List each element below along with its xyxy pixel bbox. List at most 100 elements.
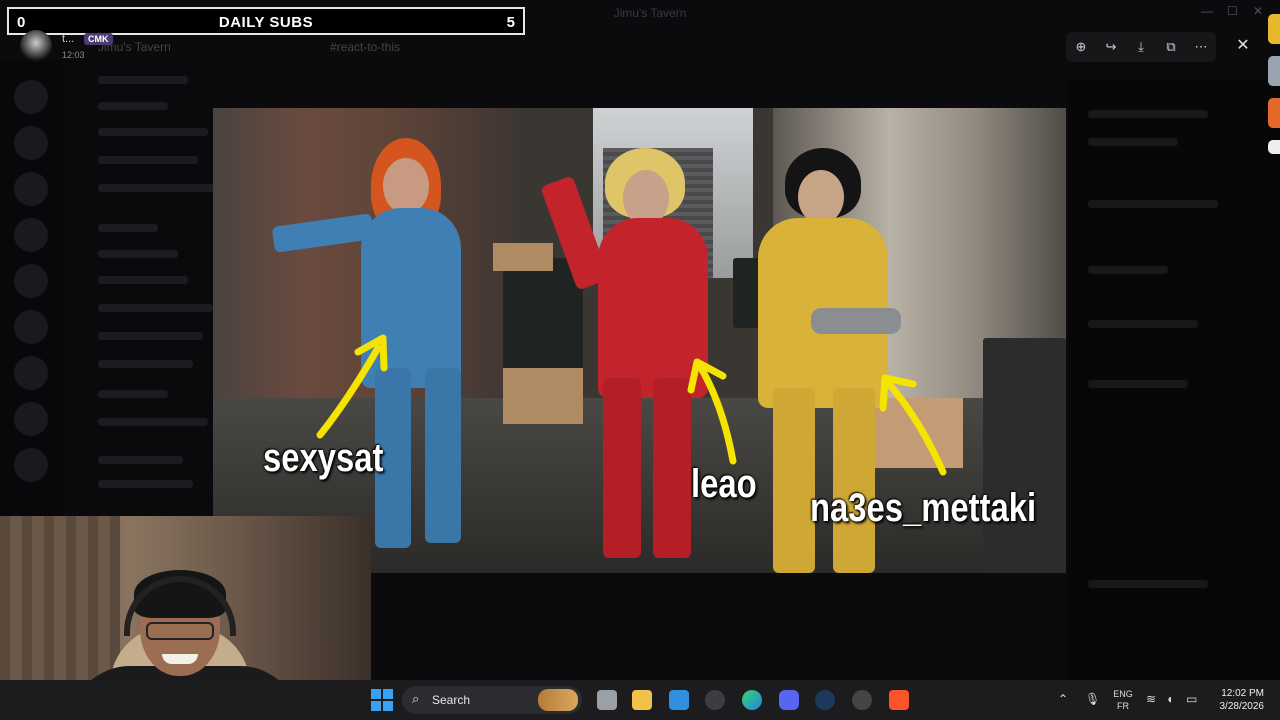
store-icon[interactable] [669, 690, 689, 710]
zoom-in-icon[interactable]: ⊕ [1072, 38, 1090, 56]
file-explorer-icon[interactable] [632, 690, 652, 710]
battery-icon[interactable]: ▭ [1186, 692, 1197, 706]
channel-item[interactable] [98, 76, 188, 84]
channel-item[interactable] [98, 418, 208, 426]
server-icon[interactable] [14, 310, 48, 344]
server-icon[interactable] [14, 80, 48, 114]
lang-bottom: FR [1117, 701, 1129, 711]
forward-icon[interactable]: ↪ [1102, 38, 1120, 56]
side-tab[interactable] [1268, 56, 1280, 86]
message-author: t... CMK 12:03 [20, 30, 280, 66]
search-icon: ⌕ [412, 691, 420, 706]
server-icon[interactable] [14, 218, 48, 252]
channel-item[interactable] [98, 250, 178, 258]
server-icon[interactable] [14, 264, 48, 298]
trash-bin [503, 258, 583, 378]
activity-item[interactable] [1088, 380, 1188, 388]
channel-item[interactable] [98, 276, 188, 284]
figure-face [383, 158, 429, 214]
discord-icon[interactable] [779, 690, 799, 710]
search-label: Search [432, 693, 471, 707]
volume-icon[interactable]: ◖ [1166, 692, 1173, 706]
channel-item[interactable] [98, 304, 213, 312]
cardboard-box [503, 368, 583, 424]
clock-time: 12:02 PM [1221, 688, 1264, 699]
server-icon[interactable] [14, 172, 48, 206]
toy-blaster [811, 308, 901, 334]
caption-middle: leao [691, 462, 757, 506]
channel-item[interactable] [98, 156, 198, 164]
clock[interactable]: 12:02 PM 3/28/2026 [1214, 687, 1265, 713]
lang-top: ENG [1113, 689, 1133, 699]
author-tag: CMK [84, 33, 113, 45]
side-tab[interactable] [1268, 140, 1280, 154]
activity-item[interactable] [1088, 200, 1218, 208]
tray-overflow-icon[interactable]: ⌃ [1058, 692, 1068, 706]
server-icon[interactable] [14, 402, 48, 436]
arrow-icon [687, 358, 737, 465]
avatar[interactable] [20, 30, 52, 62]
activity-item[interactable] [1088, 580, 1208, 588]
caption-left: sexysat [263, 436, 384, 480]
close-icon[interactable]: ✕ [1232, 35, 1254, 57]
server-icon[interactable] [14, 126, 48, 160]
channel-item[interactable] [98, 360, 193, 368]
side-tab[interactable] [1268, 14, 1280, 44]
taskbar-search[interactable]: ⌕ Search [402, 686, 582, 714]
channel-item[interactable] [98, 332, 203, 340]
channel-item[interactable] [98, 480, 193, 488]
side-tab[interactable] [1268, 98, 1280, 128]
windows-start-icon[interactable] [371, 689, 393, 711]
window-title: Jimu's Tavern [613, 6, 687, 20]
microphone-icon[interactable]: 🎙 [1085, 692, 1100, 706]
side-tabs [1266, 8, 1280, 158]
server-icon[interactable] [14, 356, 48, 390]
open-external-icon[interactable]: ⧉ [1162, 38, 1180, 56]
server-icon[interactable] [14, 448, 48, 482]
activity-panel [1068, 80, 1280, 680]
activity-item[interactable] [1088, 320, 1198, 328]
window-close-icon[interactable]: ✕ [1253, 4, 1263, 18]
activity-item[interactable] [1088, 110, 1208, 118]
channel-item[interactable] [98, 102, 168, 110]
figure-leg [603, 378, 641, 558]
maximize-icon[interactable]: ☐ [1227, 4, 1238, 18]
image-viewer-toolbar: ⊕ ↪ ⤓ ⧉ ⋯ [1066, 32, 1216, 62]
wifi-icon[interactable]: ≋ [1146, 692, 1156, 706]
app-icon[interactable] [705, 690, 725, 710]
message-time: 12:03 [62, 50, 85, 60]
more-options-icon[interactable]: ⋯ [1192, 38, 1210, 56]
author-name[interactable]: t... [62, 33, 74, 45]
language-indicator[interactable]: ENG FR [1112, 688, 1134, 712]
brave-icon[interactable] [889, 690, 909, 710]
channel-item[interactable] [98, 456, 183, 464]
channel-header: #react-to-this [330, 40, 401, 54]
channel-item[interactable] [98, 390, 168, 398]
minimize-icon[interactable]: — [1201, 4, 1213, 18]
glasses [146, 622, 214, 640]
cardboard-box [493, 243, 553, 271]
window-controls: — ☐ ✕ [1195, 4, 1275, 24]
smile [162, 654, 198, 664]
figure-face [798, 170, 844, 224]
channel-item[interactable] [98, 224, 158, 232]
steam-icon[interactable] [815, 690, 835, 710]
activity-item[interactable] [1088, 138, 1178, 146]
main-image[interactable]: sexysat leao na3es_mettaki [213, 108, 1066, 573]
subs-count-right: 5 [506, 14, 515, 31]
arrow-icon [879, 374, 947, 476]
activity-item[interactable] [1088, 266, 1168, 274]
subs-title: DAILY SUBS [218, 14, 314, 31]
channel-item[interactable] [98, 128, 208, 136]
task-view-icon[interactable] [597, 690, 617, 710]
clock-date: 3/28/2026 [1219, 701, 1265, 712]
search-highlight-image [538, 689, 578, 711]
caption-right: na3es_mettaki [810, 486, 1037, 530]
edge-icon[interactable] [742, 690, 762, 710]
download-icon[interactable]: ⤓ [1132, 38, 1150, 56]
figure-leg [425, 368, 461, 543]
arrow-icon [316, 334, 388, 439]
channel-item[interactable] [98, 184, 218, 192]
figure-leg [773, 388, 815, 573]
app-icon[interactable] [852, 690, 872, 710]
